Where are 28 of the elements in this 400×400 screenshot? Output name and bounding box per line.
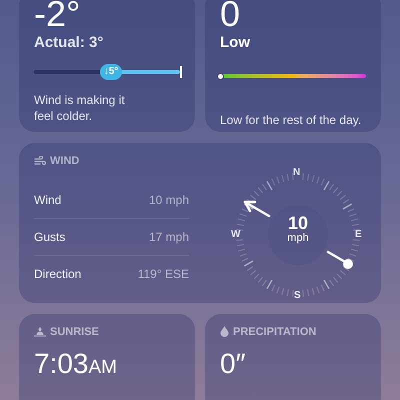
sunrise-icon — [34, 326, 46, 337]
south-label: S — [294, 290, 301, 302]
east-label: E — [355, 228, 362, 240]
drop-icon — [220, 326, 229, 338]
uv-index-level-label: Low — [220, 34, 251, 52]
wind-speed: 10 — [288, 214, 308, 232]
north-label: N — [293, 166, 300, 178]
wind-row-value: 119° ESE — [138, 266, 189, 283]
wind-speed-unit: mph — [287, 232, 309, 244]
uv-index-note: Low for the rest of the day. — [220, 112, 362, 128]
west-label: W — [231, 228, 240, 240]
sunrise-time-suffix: AM — [88, 356, 117, 380]
wind-row-value: 17 mph — [148, 228, 189, 246]
feels-like-note: Wind is making it feel colder. — [34, 92, 126, 124]
wind-card-title: WIND — [50, 154, 80, 169]
wind-row-label: Direction — [34, 266, 82, 283]
sunrise-time: 7:03 — [34, 348, 88, 380]
precipitation-value: 0″ — [220, 348, 246, 380]
uv-index-value: 0 — [220, 0, 242, 30]
precipitation-card-title: PRECIPITATION — [233, 324, 316, 340]
difference-badge: ↓5° — [100, 64, 122, 80]
wind-icon — [34, 156, 46, 166]
sunrise-card-title: SUNRISE — [50, 324, 99, 340]
wind-row-label: Wind — [34, 192, 62, 208]
actual-temperature: Actual: 3° — [34, 34, 104, 52]
feels-like-value: -2° — [34, 0, 82, 30]
wind-row-label: Gusts — [34, 228, 66, 246]
wind-row-value: 10 mph — [148, 192, 189, 208]
